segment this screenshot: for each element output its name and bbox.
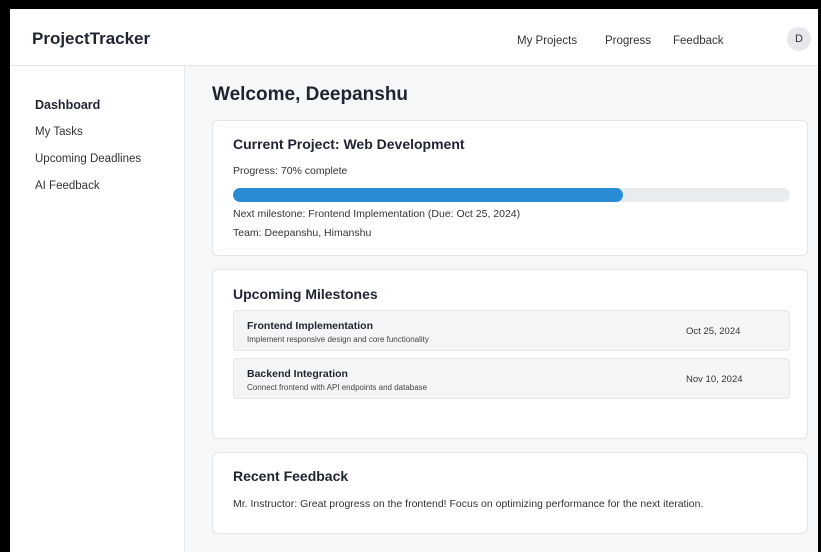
progress-bar-fill [233, 188, 623, 202]
nav-feedback[interactable]: Feedback [673, 35, 724, 47]
team-text: Team: Deepanshu, Himanshu [233, 227, 372, 239]
current-project-title: Current Project: Web Development [233, 136, 465, 152]
milestone-title: Frontend Implementation [247, 320, 373, 332]
milestones-card: Upcoming Milestones Frontend Implementat… [212, 269, 808, 439]
milestone-date: Nov 10, 2024 [686, 374, 743, 385]
nav-my-projects[interactable]: My Projects [517, 35, 577, 47]
nav-progress[interactable]: Progress [605, 35, 651, 47]
milestone-date: Oct 25, 2024 [686, 326, 741, 337]
brand-logo[interactable]: ProjectTracker [32, 29, 150, 49]
milestone-description: Connect frontend with API endpoints and … [247, 383, 428, 392]
progress-text: Progress: 70% complete [233, 165, 348, 177]
milestone-item[interactable]: Frontend Implementation Implement respon… [233, 310, 790, 351]
milestone-title: Backend Integration [247, 368, 348, 380]
sidebar: Dashboard My Tasks Upcoming Deadlines AI… [10, 66, 185, 552]
app-window: ProjectTracker My Projects Progress Feed… [10, 9, 818, 552]
page-title: Welcome, Deepanshu [212, 84, 409, 105]
milestones-title: Upcoming Milestones [233, 286, 378, 302]
user-avatar[interactable]: D [787, 27, 811, 51]
sidebar-item-ai-feedback[interactable]: AI Feedback [35, 180, 100, 192]
feedback-card: Recent Feedback Mr. Instructor: Great pr… [212, 452, 808, 534]
milestone-description: Implement responsive design and core fun… [247, 335, 429, 344]
sidebar-item-upcoming-deadlines[interactable]: Upcoming Deadlines [35, 153, 141, 165]
feedback-title: Recent Feedback [233, 468, 349, 484]
milestone-item[interactable]: Backend Integration Connect frontend wit… [233, 358, 790, 399]
top-navbar: ProjectTracker My Projects Progress Feed… [10, 9, 818, 66]
next-milestone-text: Next milestone: Frontend Implementation … [233, 208, 521, 220]
sidebar-item-dashboard[interactable]: Dashboard [35, 98, 100, 112]
main-content: Welcome, Deepanshu Current Project: Web … [185, 66, 818, 552]
sidebar-item-my-tasks[interactable]: My Tasks [35, 126, 83, 138]
feedback-text: Mr. Instructor: Great progress on the fr… [233, 498, 704, 510]
progress-bar [233, 188, 790, 202]
current-project-card: Current Project: Web Development Progres… [212, 120, 808, 256]
